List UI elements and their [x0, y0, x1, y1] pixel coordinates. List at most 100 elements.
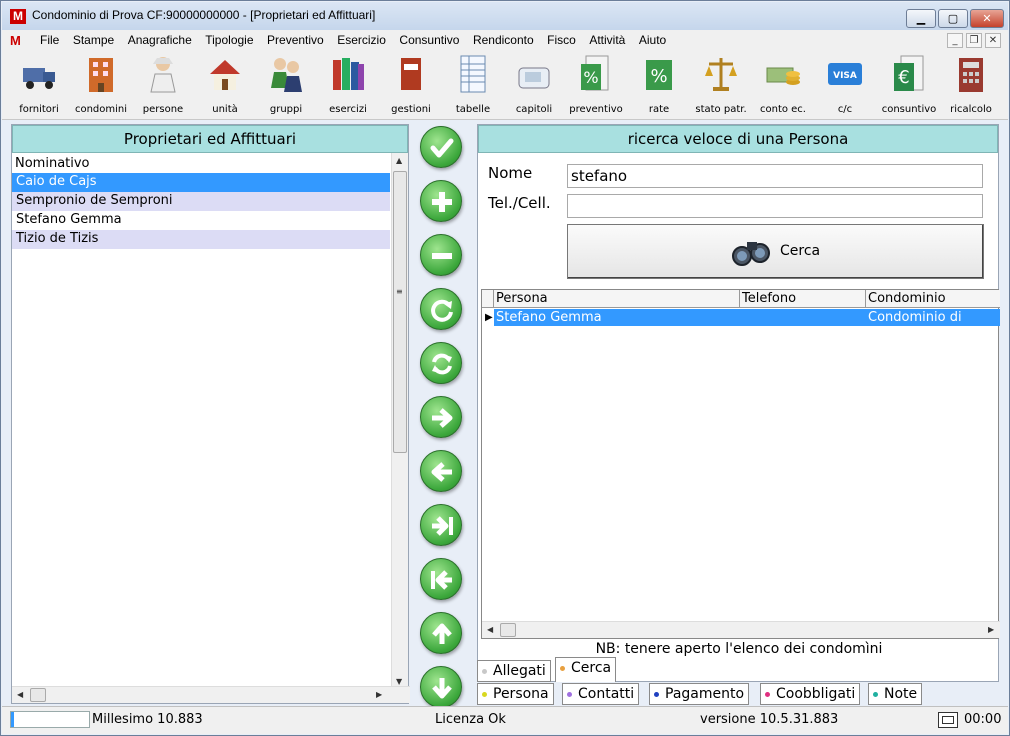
toolbar-fornitori-button[interactable]: fornitori [9, 52, 69, 118]
scales-icon [705, 58, 737, 91]
toolbar-rate-button[interactable]: % rate [629, 52, 689, 118]
results-scroll-right-icon[interactable]: ▶ [988, 625, 994, 634]
toolbar-ricalcolo-button[interactable]: ricalcolo [941, 52, 1001, 118]
name-input[interactable]: stefano [567, 164, 983, 188]
scroll-right-arrow-icon[interactable]: ▶ [376, 690, 382, 699]
percent-doc-icon: % [581, 55, 609, 91]
close-button[interactable]: ✕ [970, 9, 1004, 28]
vertical-scrollbar[interactable]: ▲ ≡ ▼ [391, 153, 408, 689]
confirm-button[interactable] [420, 126, 462, 168]
results-scroll-left-icon[interactable]: ◀ [487, 625, 493, 634]
svg-text:%: % [583, 68, 598, 87]
tab-label: Coobbligati [776, 686, 856, 702]
status-time: 00:00 [964, 712, 1002, 727]
toolbar-persone-button[interactable]: persone [133, 52, 193, 118]
person-icon [150, 57, 176, 93]
toolbar-esercizi-button[interactable]: esercizi [318, 52, 378, 118]
down-button[interactable] [420, 666, 462, 708]
tab-persona[interactable]: Persona [477, 683, 554, 705]
toolbar-capitoli-button[interactable]: capitoli [504, 52, 564, 118]
menu-item-stampe[interactable]: Stampe [73, 33, 114, 47]
column-header-persona[interactable]: Persona [494, 290, 740, 308]
horizontal-scrollbar[interactable]: ◀ ▶ [12, 686, 410, 703]
status-versione: versione 10.5.31.883 [700, 712, 839, 727]
toolbar-label: preventivo [569, 104, 623, 115]
mdi-close-button[interactable]: ✕ [985, 33, 1001, 48]
refresh-button[interactable] [420, 288, 462, 330]
toolbar-cc-button[interactable]: VISA c/c [815, 52, 875, 118]
toolbar-label: c/c [837, 104, 853, 115]
app-window: M Condominio di Prova CF:90000000000 - [… [0, 0, 1010, 736]
owners-panel: Proprietari ed Affittuari Nominativo Cai… [11, 124, 410, 704]
progress-bar [10, 711, 90, 728]
toolbar-condomini-button[interactable]: condomini [71, 52, 131, 118]
toolbar-label: ricalcolo [950, 104, 992, 115]
toolbar-preventivo-button[interactable]: % preventivo [566, 52, 626, 118]
column-header-nominativo[interactable]: Nominativo [12, 153, 408, 173]
results-horizontal-scrollbar[interactable]: ◀ ▶ [482, 621, 1000, 638]
search-button[interactable]: Cerca [567, 224, 984, 279]
tab-dot-icon [873, 691, 878, 697]
toolbar-label: esercizi [329, 104, 367, 115]
phone-icon [518, 67, 550, 89]
tab-label: Pagamento [665, 686, 745, 702]
toolbar-gruppi-button[interactable]: gruppi [256, 52, 316, 118]
arrow-first-icon [431, 570, 452, 590]
reload-button[interactable] [420, 342, 462, 384]
table-row[interactable]: Stefano Gemma Condominio di Prova [494, 309, 1000, 340]
next-button[interactable] [420, 396, 462, 438]
toolbar-consuntivo-button[interactable]: € consuntivo [879, 52, 939, 118]
previous-button[interactable] [420, 450, 462, 492]
menu-item-consuntivo[interactable]: Consuntivo [399, 33, 459, 47]
horizontal-scroll-thumb[interactable] [30, 688, 46, 702]
tab-pagamento[interactable]: Pagamento [649, 683, 750, 705]
scroll-up-arrow-icon[interactable]: ▲ [396, 156, 402, 165]
mdi-minimize-button[interactable]: _ [947, 33, 963, 48]
list-item[interactable]: Stefano Gemma [12, 211, 390, 230]
toolbar-gestioni-button[interactable]: gestioni [381, 52, 441, 118]
coins-icon [766, 67, 800, 85]
minimize-button[interactable]: ▁ [906, 9, 936, 28]
menu-items: File Stampe Anagrafiche Tipologie Preventivo… [40, 33, 680, 47]
menu-item-tipologie[interactable]: Tipologie [205, 33, 253, 47]
mdi-restore-button[interactable]: ❐ [966, 33, 982, 48]
list-item[interactable]: Sempronio de Semproni [12, 192, 390, 211]
menu-item-attivit[interactable]: Attività [589, 33, 625, 47]
list-item[interactable]: Tizio de Tizis [12, 230, 390, 249]
up-button[interactable] [420, 612, 462, 654]
tab-cerca[interactable]: Cerca [555, 657, 617, 682]
scroll-left-arrow-icon[interactable]: ◀ [17, 690, 23, 699]
toolbar-tabelle-button[interactable]: tabelle [443, 52, 503, 118]
maximize-button[interactable]: ▢ [938, 9, 968, 28]
add-button[interactable] [420, 180, 462, 222]
column-header-telefono[interactable]: Telefono [740, 290, 866, 308]
tab-dot-icon [482, 668, 487, 674]
first-button[interactable] [420, 558, 462, 600]
menu-item-esercizio[interactable]: Esercizio [337, 33, 386, 47]
column-header-condominio[interactable]: Condominio [866, 290, 1000, 308]
menu-item-anagrafiche[interactable]: Anagrafiche [128, 33, 192, 47]
vertical-scroll-thumb[interactable] [393, 171, 407, 453]
menu-item-rendiconto[interactable]: Rendiconto [473, 33, 534, 47]
search-panel: ricerca veloce di una Persona Nome stefa… [477, 124, 1000, 682]
tab-contatti[interactable]: Contatti [562, 683, 640, 705]
menu-item-preventivo[interactable]: Preventivo [267, 33, 324, 47]
results-scroll-thumb[interactable] [500, 623, 516, 637]
menu-item-fisco[interactable]: Fisco [547, 33, 576, 47]
last-button[interactable] [420, 504, 462, 546]
tab-dot-icon [560, 665, 565, 671]
list-item[interactable]: Caio de Cajs [12, 173, 390, 192]
menu-item-file[interactable]: File [40, 33, 59, 47]
toolbar-contoec-button[interactable]: conto ec. [753, 52, 813, 118]
tab-allegati[interactable]: Allegati [477, 660, 551, 682]
arrow-down-icon [432, 678, 452, 699]
tab-note[interactable]: Note [868, 683, 923, 705]
result-condominio: Condominio di Prova [868, 310, 962, 340]
scroll-down-arrow-icon[interactable]: ▼ [396, 677, 402, 686]
toolbar-statopatr-button[interactable]: stato patr. [691, 52, 751, 118]
phone-input[interactable] [567, 194, 983, 218]
remove-button[interactable] [420, 234, 462, 276]
tab-coobbligati[interactable]: Coobbligati [760, 683, 861, 705]
menu-item-aiuto[interactable]: Aiuto [639, 33, 666, 47]
toolbar-unità-button[interactable]: unità [195, 52, 255, 118]
